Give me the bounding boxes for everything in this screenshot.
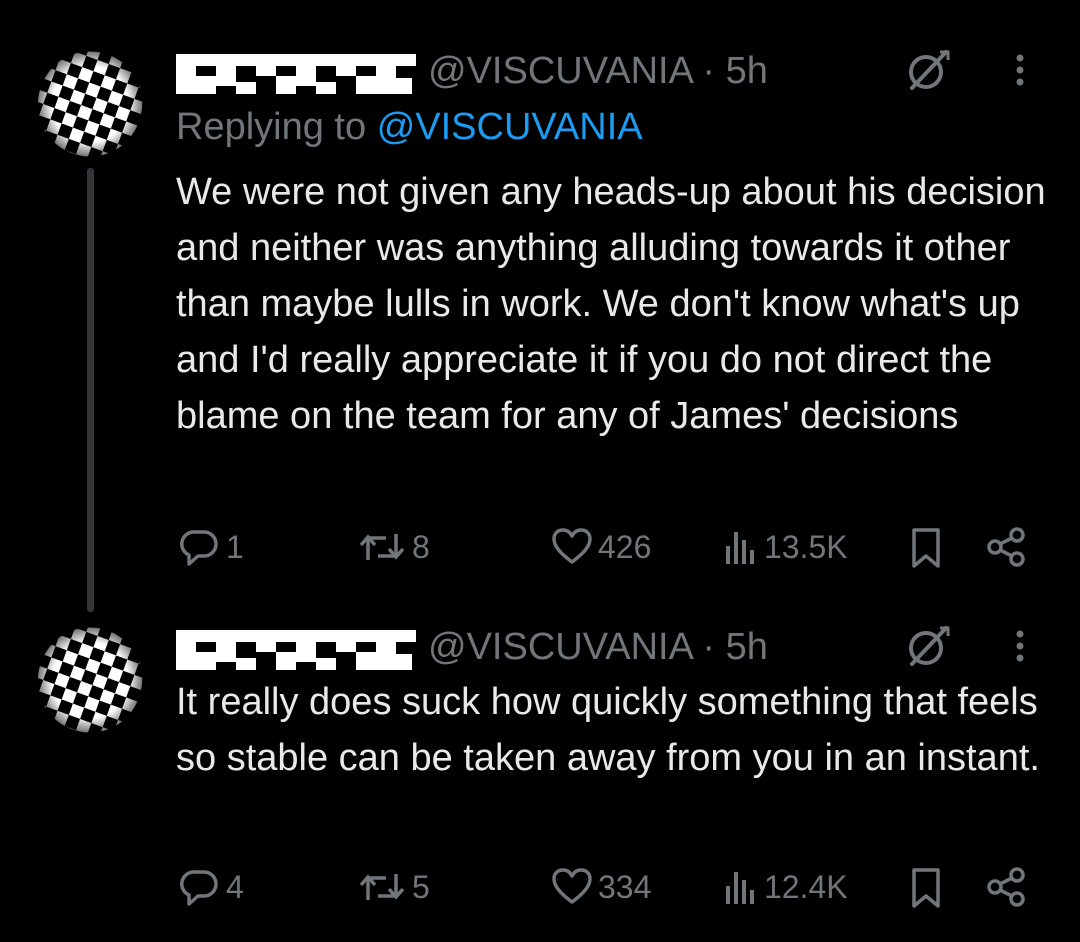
views-count: 12.4K	[764, 868, 848, 905]
bookmark-button[interactable]	[906, 522, 946, 572]
tweet[interactable]: @VISCUVANIA · 5h Replying to @VISCUVANIA…	[0, 0, 1080, 612]
share-button[interactable]	[984, 862, 1028, 912]
repost-button[interactable]: 5	[356, 862, 430, 912]
like-icon	[552, 528, 592, 564]
like-count: 334	[598, 868, 652, 905]
like-button[interactable]: 334	[550, 862, 651, 912]
reply-icon	[180, 530, 218, 566]
like-count: 426	[598, 528, 652, 565]
share-button[interactable]	[984, 522, 1028, 572]
separator: ·	[702, 626, 716, 668]
tweet-text: We were not given any heads-up about his…	[176, 171, 1046, 437]
share-icon	[987, 527, 1025, 567]
handle-row: @VISCUVANIA · 5h	[428, 50, 768, 93]
repost-count: 8	[412, 528, 430, 565]
replying-to: Replying to @VISCUVANIA	[176, 106, 643, 149]
like-icon	[552, 868, 592, 904]
views-icon	[726, 872, 754, 904]
action-bar: 4 5 334 12.4K	[0, 862, 1080, 912]
views-button[interactable]: 13.5K	[722, 522, 848, 572]
reply-count: 1	[226, 528, 244, 565]
bookmark-icon	[912, 868, 940, 908]
bookmark-icon	[912, 528, 940, 568]
separator: ·	[702, 50, 716, 92]
repost-button[interactable]: 8	[356, 522, 430, 572]
replying-to-mention[interactable]: @VISCUVANIA	[377, 106, 643, 148]
grok-icon[interactable]	[904, 46, 952, 94]
handle[interactable]: @VISCUVANIA	[428, 626, 692, 668]
timestamp[interactable]: 5h	[726, 626, 768, 668]
views-icon	[726, 532, 754, 564]
bookmark-button[interactable]	[906, 862, 946, 912]
repost-count: 5	[412, 868, 430, 905]
replying-to-label: Replying to	[176, 106, 367, 148]
more-icon[interactable]	[1010, 46, 1030, 94]
like-button[interactable]: 426	[550, 522, 651, 572]
timestamp[interactable]: 5h	[726, 50, 768, 92]
repost-icon	[359, 534, 405, 560]
reply-icon	[180, 870, 218, 906]
share-icon	[987, 867, 1025, 907]
grok-icon[interactable]	[904, 622, 952, 670]
repost-icon	[359, 874, 405, 900]
display-name[interactable]	[176, 622, 416, 678]
avatar[interactable]	[34, 624, 146, 736]
tweet-text: It really does suck how quickly somethin…	[176, 681, 1040, 779]
action-bar: 1 8 426 13.5K	[0, 522, 1080, 572]
handle-row: @VISCUVANIA · 5h	[428, 626, 768, 669]
reply-count: 4	[226, 868, 244, 905]
more-icon[interactable]	[1010, 622, 1030, 670]
views-button[interactable]: 12.4K	[722, 862, 848, 912]
reply-button[interactable]: 1	[176, 522, 244, 572]
display-name[interactable]	[176, 46, 416, 102]
handle[interactable]: @VISCUVANIA	[428, 50, 692, 92]
avatar[interactable]	[34, 48, 146, 160]
views-count: 13.5K	[764, 528, 848, 565]
reply-button[interactable]: 4	[176, 862, 244, 912]
